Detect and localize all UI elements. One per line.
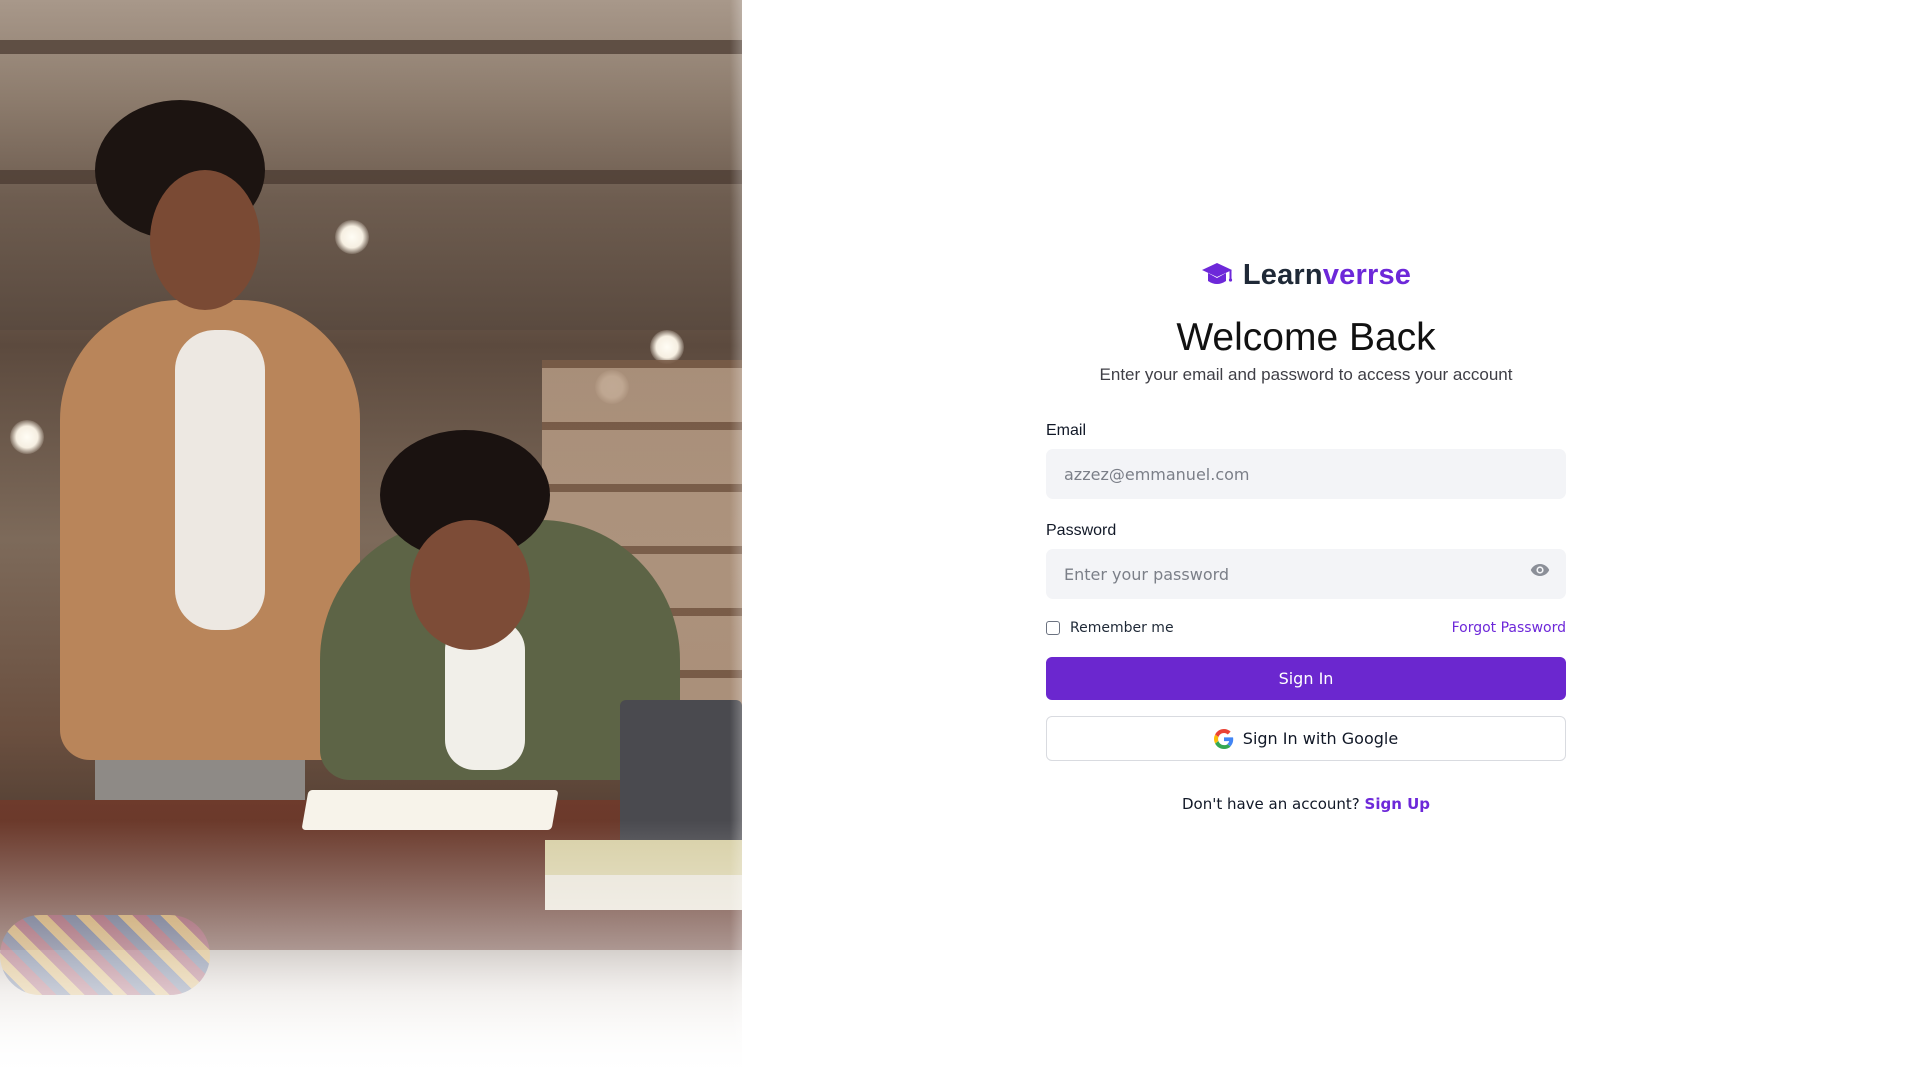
- hero-fade: [0, 820, 742, 1079]
- sign-in-button[interactable]: Sign In: [1046, 657, 1566, 700]
- page-title: Welcome Back: [1176, 316, 1436, 359]
- hero-fade: [730, 0, 742, 1079]
- google-sign-in-label: Sign In with Google: [1242, 729, 1399, 748]
- brand-name: Learnverrse: [1243, 259, 1411, 292]
- brand-name-part2: verrse: [1322, 258, 1412, 291]
- remember-me-checkbox[interactable]: [1046, 621, 1060, 635]
- signup-row: Don't have an account? Sign Up: [1046, 795, 1566, 813]
- eye-icon[interactable]: [1528, 561, 1552, 579]
- graduation-cap-icon: [1201, 260, 1233, 290]
- hero-lamp: [10, 420, 44, 454]
- google-sign-in-button[interactable]: Sign In with Google: [1046, 716, 1566, 761]
- hero-figure: [175, 330, 265, 630]
- email-field[interactable]: [1046, 449, 1566, 499]
- hero-photo: [0, 0, 742, 1079]
- forgot-password-link[interactable]: Forgot Password: [1452, 620, 1566, 636]
- email-label: Email: [1046, 422, 1087, 439]
- password-field-wrapper: [1046, 541, 1566, 599]
- hero-lamp: [335, 220, 369, 254]
- password-label: Password: [1046, 522, 1117, 539]
- hero-figure: [150, 170, 260, 310]
- google-icon: [1213, 728, 1234, 749]
- hero-beam: [0, 40, 742, 54]
- sign-in-page: Learnverrse Welcome Back Enter your emai…: [0, 0, 1918, 1079]
- password-field[interactable]: [1046, 549, 1566, 599]
- signup-prompt: Don't have an account?: [1181, 795, 1365, 813]
- sign-up-link[interactable]: Sign Up: [1365, 795, 1431, 813]
- sign-in-form: Learnverrse Welcome Back Enter your emai…: [1046, 255, 1566, 813]
- brand-name-part1: Learn: [1242, 258, 1323, 291]
- page-subtitle: Enter your email and password to access …: [1099, 365, 1513, 384]
- hero-lamp: [650, 330, 684, 364]
- hero-figure: [410, 520, 530, 650]
- brand-logo: Learnverrse: [1046, 255, 1566, 295]
- remember-me[interactable]: Remember me: [1046, 620, 1174, 636]
- remember-forgot-row: Remember me Forgot Password: [1046, 619, 1566, 637]
- remember-me-label: Remember me: [1070, 620, 1174, 636]
